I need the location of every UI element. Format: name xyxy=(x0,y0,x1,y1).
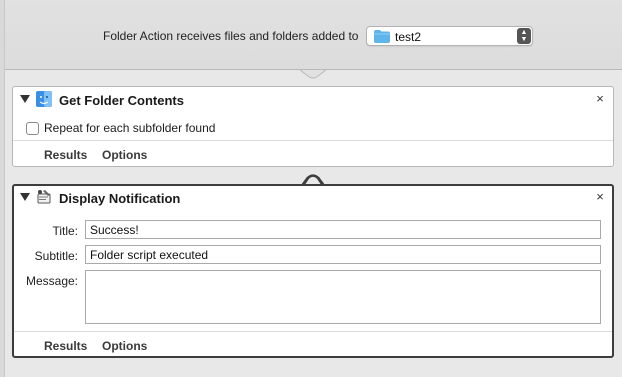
results-tab[interactable]: Results xyxy=(44,339,87,353)
action-header: Get Folder Contents × xyxy=(13,87,613,113)
disclosure-triangle-icon[interactable] xyxy=(20,95,30,103)
action-footer: Results Options xyxy=(14,331,612,356)
action-title: Display Notification xyxy=(59,191,181,206)
title-field[interactable]: Success! xyxy=(85,220,601,239)
action-header: Display Notification × xyxy=(14,186,612,212)
action-footer: Results Options xyxy=(13,140,613,166)
folder-popup-button[interactable]: test2 ▲ ▼ xyxy=(366,26,533,46)
folder-action-header: Folder Action receives files and folders… xyxy=(5,0,622,70)
message-field[interactable] xyxy=(85,270,601,324)
close-icon[interactable]: × xyxy=(593,189,607,205)
checkbox-label: Repeat for each subfolder found xyxy=(44,121,216,135)
connector-notch-icon xyxy=(301,174,325,184)
close-icon[interactable]: × xyxy=(593,91,607,107)
action-display-notification[interactable]: Display Notification × Title: Success! S… xyxy=(12,184,614,358)
finder-icon xyxy=(36,91,52,107)
subtitle-field-label: Subtitle: xyxy=(34,249,78,263)
disclosure-triangle-icon[interactable] xyxy=(20,193,30,201)
folder-icon xyxy=(374,30,390,43)
folder-popup-value: test2 xyxy=(395,30,422,44)
results-tab[interactable]: Results xyxy=(44,148,87,162)
action-title: Get Folder Contents xyxy=(59,93,184,108)
subtitle-field[interactable]: Folder script executed xyxy=(85,245,601,264)
repeat-subfolder-checkbox[interactable] xyxy=(26,122,39,135)
message-field-label: Message: xyxy=(25,274,78,288)
connector-notch-icon xyxy=(300,70,326,79)
workflow-area: Get Folder Contents × Repeat for each su… xyxy=(5,70,622,377)
options-tab[interactable]: Options xyxy=(102,339,147,353)
action-get-folder-contents[interactable]: Get Folder Contents × Repeat for each su… xyxy=(12,86,614,167)
notification-script-icon xyxy=(37,190,51,204)
automator-workflow-window: Folder Action receives files and folders… xyxy=(0,0,622,377)
title-field-label: Title: xyxy=(52,224,78,238)
folder-action-label: Folder Action receives files and folders… xyxy=(103,29,359,43)
options-tab[interactable]: Options xyxy=(102,148,147,162)
popup-arrows-icon: ▲ ▼ xyxy=(517,28,531,44)
